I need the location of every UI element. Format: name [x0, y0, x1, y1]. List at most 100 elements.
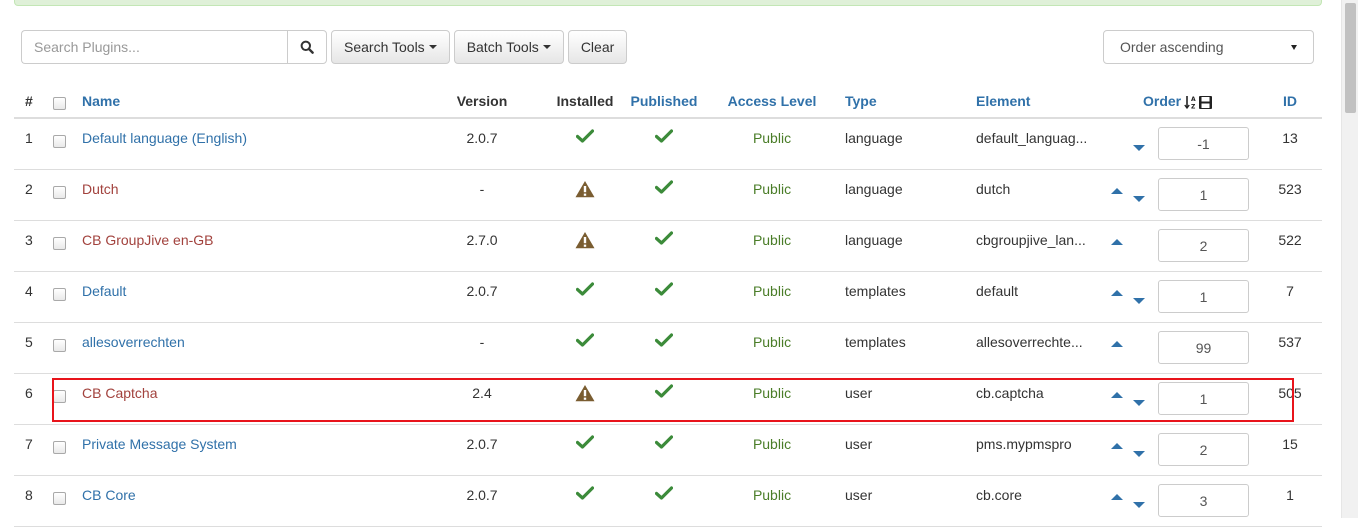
plugin-name-link[interactable]: Default language (English) — [82, 130, 247, 146]
check-icon — [575, 129, 595, 146]
move-down-icon[interactable] — [1133, 145, 1145, 151]
plugin-element: default — [976, 283, 1019, 299]
plugin-element: cb.captcha — [976, 385, 1044, 401]
scrollbar[interactable] — [1341, 0, 1358, 518]
row-num: 5 — [25, 334, 33, 350]
plugin-name-link[interactable]: allesoverrechten — [82, 334, 185, 350]
header-type[interactable]: Type — [845, 93, 877, 109]
save-order-icon[interactable] — [1198, 95, 1213, 110]
row-num: 7 — [25, 436, 33, 452]
checkbox-box — [53, 492, 66, 505]
search-input[interactable] — [21, 30, 287, 64]
plugin-name-link[interactable]: CB Captcha — [82, 385, 157, 401]
sort-ascending-icon: A Z — [1184, 96, 1196, 110]
order-input[interactable]: 3 — [1158, 484, 1249, 517]
row-checkbox[interactable] — [53, 492, 66, 505]
order-select[interactable]: Order ascending — [1103, 30, 1314, 64]
table-row: 3 CB GroupJive en-GB 2.7.0 Public langua… — [14, 221, 1322, 272]
move-up-icon[interactable] — [1111, 188, 1123, 194]
move-down-icon[interactable] — [1133, 298, 1145, 304]
move-up-icon[interactable] — [1111, 494, 1123, 500]
plugin-type: user — [845, 487, 873, 503]
table-row: 7 Private Message System 2.0.7 Public us… — [14, 425, 1322, 476]
plugin-name-link[interactable]: Private Message System — [82, 436, 237, 452]
search-tools-button[interactable]: Search Tools — [331, 30, 450, 64]
plugin-version-value: 2.7.0 — [466, 232, 498, 248]
table-row: 1 Default language (English) 2.0.7 Publi… — [14, 119, 1322, 170]
order-input[interactable]: -1 — [1158, 127, 1249, 160]
move-down-icon[interactable] — [1133, 451, 1145, 457]
row-checkbox[interactable] — [53, 237, 66, 250]
order-input[interactable]: 1 — [1158, 382, 1249, 415]
search-icon — [300, 40, 314, 54]
header-name[interactable]: Name — [82, 93, 120, 109]
plugins-table: # Name Version Installed Published Acces… — [14, 80, 1322, 527]
row-num: 3 — [25, 232, 33, 248]
plugin-element: cb.core — [976, 487, 1022, 503]
checkbox-box — [53, 237, 66, 250]
row-num: 8 — [25, 487, 33, 503]
table-row: 8 CB Core 2.0.7 Public user cb.core 3 1 — [14, 476, 1322, 527]
header-order[interactable]: Order A Z — [1143, 93, 1213, 110]
plugin-version-value: 2.0.7 — [466, 436, 498, 452]
caret-down-icon — [542, 45, 551, 49]
check-icon — [654, 486, 674, 503]
access-level-value: Public — [752, 436, 792, 452]
move-up-icon[interactable] — [1111, 239, 1123, 245]
plugin-version-value: 2.0.7 — [466, 283, 498, 299]
scrollbar-thumb[interactable] — [1345, 3, 1356, 113]
plugin-name-link[interactable]: CB GroupJive en-GB — [82, 232, 214, 248]
row-num: 4 — [25, 283, 33, 299]
move-down-icon[interactable] — [1133, 196, 1145, 202]
checkbox-box — [53, 339, 66, 352]
header-num: # — [25, 93, 33, 109]
search-button[interactable] — [287, 30, 327, 64]
row-checkbox[interactable] — [53, 390, 66, 403]
batch-tools-button[interactable]: Batch Tools — [453, 30, 564, 64]
plugin-name-link[interactable]: CB Core — [82, 487, 136, 503]
select-all-checkbox[interactable] — [53, 97, 66, 110]
check-icon — [654, 435, 674, 452]
move-up-icon[interactable] — [1111, 290, 1123, 296]
plugin-id-value: 7 — [1286, 283, 1294, 299]
order-input[interactable]: 1 — [1158, 280, 1249, 313]
header-element[interactable]: Element — [976, 93, 1030, 109]
move-up-icon[interactable] — [1111, 443, 1123, 449]
check-icon — [654, 282, 674, 299]
order-input[interactable]: 99 — [1158, 331, 1249, 364]
header-access-label: Access Level — [727, 93, 817, 109]
plugin-name-link[interactable]: Dutch — [82, 181, 119, 197]
plugin-name-link[interactable]: Default — [82, 283, 126, 299]
move-up-icon[interactable] — [1111, 392, 1123, 398]
checkbox-box — [53, 97, 66, 110]
header-version-label: Version — [456, 93, 508, 109]
access-level-value: Public — [752, 283, 792, 299]
row-checkbox[interactable] — [53, 135, 66, 148]
clear-button[interactable]: Clear — [567, 30, 628, 64]
order-select-value: Order ascending — [1120, 39, 1224, 55]
toolbar: Search Tools Batch Tools Clear — [21, 30, 629, 64]
access-level-value: Public — [752, 232, 792, 248]
header-installed-label: Installed — [556, 93, 614, 109]
row-checkbox[interactable] — [53, 186, 66, 199]
check-icon — [654, 333, 674, 350]
row-checkbox[interactable] — [53, 288, 66, 301]
move-down-icon[interactable] — [1133, 502, 1145, 508]
row-checkbox[interactable] — [53, 441, 66, 454]
access-level-value: Public — [752, 334, 792, 350]
move-up-icon[interactable] — [1111, 341, 1123, 347]
table-row: 5 allesoverrechten - Public templates al… — [14, 323, 1322, 374]
order-input[interactable]: 1 — [1158, 178, 1249, 211]
row-checkbox[interactable] — [53, 339, 66, 352]
svg-text:A: A — [1191, 96, 1196, 103]
order-input[interactable]: 2 — [1158, 433, 1249, 466]
order-input[interactable]: 2 — [1158, 229, 1249, 262]
check-icon — [575, 435, 595, 452]
move-down-icon[interactable] — [1133, 400, 1145, 406]
check-icon — [575, 333, 595, 350]
plugin-element: default_languag... — [976, 130, 1088, 146]
header-id-label: ID — [1283, 93, 1297, 109]
check-icon — [654, 384, 674, 401]
plugin-element: cbgroupjive_lan... — [976, 232, 1086, 248]
check-icon — [575, 486, 595, 503]
